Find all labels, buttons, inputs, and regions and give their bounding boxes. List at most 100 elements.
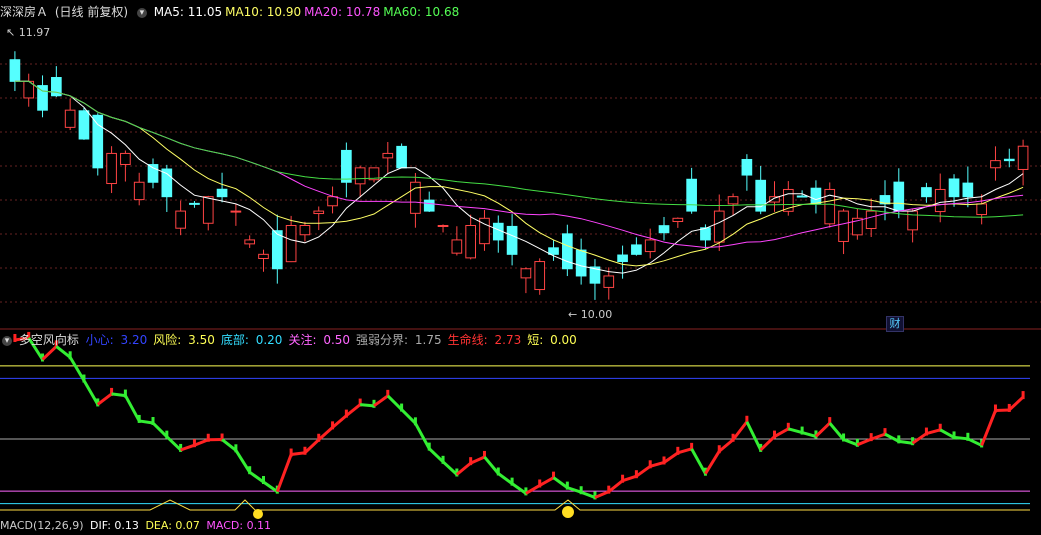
indicator-segment-46: [636, 466, 650, 476]
candle-7: [107, 146, 117, 193]
candle-body-2: [38, 86, 48, 111]
indicator-name[interactable]: 多空风向标: [19, 333, 79, 347]
candle-body-43: [604, 276, 614, 287]
dropdown-icon[interactable]: ▾: [2, 336, 12, 346]
candle-35: [493, 215, 503, 252]
candle-38: [535, 258, 545, 294]
macd-dea: DEA: 0.07: [145, 519, 199, 532]
indicator-segment-50: [692, 449, 706, 474]
candle-body-37: [521, 269, 531, 278]
macd-title[interactable]: MACD(12,26,9): [0, 519, 84, 532]
indicator-panel[interactable]: [0, 332, 1030, 519]
candle-44: [618, 246, 628, 279]
indicator-segment-38: [526, 485, 540, 493]
candle-30: [424, 192, 434, 212]
candle-26: [369, 167, 379, 182]
candle-body-29: [411, 182, 421, 213]
indicator-segment-6: [84, 381, 98, 405]
indicator-segment-30: [415, 423, 429, 448]
candle-25: [355, 166, 365, 198]
dropdown-icon[interactable]: ▾: [137, 8, 147, 18]
candle-15: [217, 173, 227, 203]
indicator-segment-58: [802, 433, 816, 437]
candle-65: [908, 209, 918, 243]
indicator-segment-17: [236, 450, 250, 472]
candle-61: [853, 209, 863, 240]
candle-body-41: [576, 250, 586, 276]
chart-stage[interactable]: 深深房Ａ (日线 前复权) ▾ MA5: 11.05MA10: 10.90MA2…: [0, 0, 1041, 527]
indicator-segment-64: [885, 434, 899, 441]
candle-body-47: [659, 226, 669, 233]
indicator-segment-60: [830, 423, 844, 439]
candle-body-50: [701, 228, 711, 240]
indicator-param-6: 短: 0.00: [527, 333, 580, 347]
stock-name[interactable]: 深深房Ａ: [0, 5, 48, 19]
candle-33: [466, 215, 476, 260]
period-mode[interactable]: (日线 前复权): [55, 5, 128, 19]
candle-body-68: [949, 179, 959, 197]
indicator-segment-21: [291, 453, 305, 455]
indicator-segment-23: [319, 427, 333, 439]
candle-37: [521, 267, 531, 293]
candle-body-16: [231, 211, 241, 212]
candle-body-31: [438, 226, 448, 227]
indicator-segment-26: [360, 405, 374, 406]
candle-12: [176, 201, 186, 236]
candle-body-73: [1018, 146, 1028, 169]
candle-body-72: [1004, 159, 1014, 160]
candle-14: [203, 196, 213, 231]
candle-41: [576, 239, 586, 285]
candle-1: [24, 74, 34, 107]
candle-body-66: [922, 188, 932, 197]
candle-21: [300, 222, 310, 242]
candle-body-19: [272, 231, 282, 269]
indicator-param-3: 关注: 0.50: [288, 333, 353, 347]
candle-body-28: [397, 146, 407, 167]
indicator-segment-45: [623, 476, 637, 481]
candle-19: [272, 215, 282, 284]
indicator-segment-65: [899, 441, 913, 443]
candle-body-6: [93, 115, 103, 168]
candle-body-60: [839, 211, 849, 241]
candle-73: [1018, 140, 1028, 186]
candle-body-48: [673, 218, 683, 221]
candle-body-23: [328, 197, 338, 206]
candle-6: [93, 113, 103, 175]
financial-report-badge[interactable]: 财: [886, 316, 904, 332]
indicator-segment-34: [471, 457, 485, 463]
indicator-segment-35: [484, 457, 498, 474]
indicator-segment-63: [871, 434, 885, 439]
candle-body-22: [314, 211, 324, 213]
indicator-segment-62: [857, 439, 871, 445]
indicator-segment-51: [705, 451, 719, 473]
candle-23: [328, 187, 338, 214]
low-price-marker: ← 10.00: [568, 308, 612, 321]
ma-label-ma10: MA10: 10.90: [225, 5, 301, 19]
candlesticks[interactable]: [10, 51, 1028, 300]
macd-header: MACD(12,26,9) DIF: 0.13 DEA: 0.07 MACD: …: [0, 517, 274, 535]
candle-body-4: [65, 110, 75, 127]
candle-34: [480, 210, 490, 251]
candle-67: [935, 174, 945, 223]
indicator-segment-40: [554, 478, 568, 488]
candle-body-14: [203, 197, 213, 224]
indicator-param-4: 强弱分界: 1.75: [356, 333, 445, 347]
candle-body-62: [866, 211, 876, 228]
indicator-segment-57: [788, 429, 802, 433]
candle-5: [79, 108, 89, 140]
candle-body-36: [507, 226, 517, 254]
candle-body-58: [811, 188, 821, 204]
macd-dif: DIF: 0.13: [90, 519, 139, 532]
candle-body-10: [148, 165, 158, 183]
indicator-segment-36: [498, 473, 512, 483]
candle-29: [411, 173, 421, 228]
ma-label-ma60: MA60: 10.68: [383, 5, 459, 19]
candle-body-0: [10, 60, 20, 82]
indicator-param-2: 底部: 0.20: [221, 333, 286, 347]
indicator-segment-24: [333, 416, 347, 428]
indicator-param-1: 风险: 3.50: [153, 333, 218, 347]
candle-body-39: [549, 248, 559, 255]
indicator-segment-42: [581, 492, 595, 497]
candle-body-49: [687, 179, 697, 211]
candle-body-57: [797, 196, 807, 197]
